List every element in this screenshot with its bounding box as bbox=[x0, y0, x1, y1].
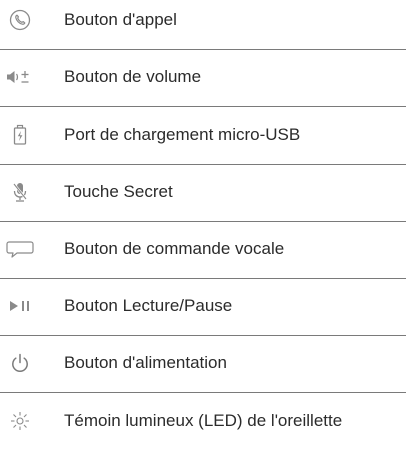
list-item-mute-button: Touche Secret bbox=[0, 172, 406, 212]
divider bbox=[0, 106, 406, 107]
list-item-volume-button: Bouton de volume bbox=[0, 57, 406, 97]
volume-icon bbox=[4, 57, 36, 97]
list-item-label: Bouton Lecture/Pause bbox=[64, 296, 233, 315]
list-item-power-button: Bouton d'alimentation bbox=[0, 343, 406, 383]
list-item-call-button: Bouton d'appel bbox=[0, 0, 406, 40]
divider bbox=[0, 221, 406, 222]
list-item-label: Bouton d'alimentation bbox=[64, 353, 227, 372]
divider bbox=[0, 392, 406, 393]
list-item-label: Touche Secret bbox=[64, 182, 173, 201]
list-item-label: Témoin lumineux (LED) de l'oreillette bbox=[64, 411, 343, 430]
speech-bubble-icon bbox=[4, 229, 36, 269]
power-icon bbox=[4, 343, 36, 383]
divider bbox=[0, 49, 406, 50]
divider bbox=[0, 335, 406, 336]
list-item-label: Bouton de commande vocale bbox=[64, 239, 285, 258]
list-item-charging-port: Port de chargement micro-USB bbox=[0, 115, 406, 155]
divider bbox=[0, 278, 406, 279]
list-item-label: Bouton d'appel bbox=[64, 10, 177, 29]
divider bbox=[0, 164, 406, 165]
list-item-voice-command-button: Bouton de commande vocale bbox=[0, 229, 406, 269]
list-item-label: Port de chargement micro-USB bbox=[64, 125, 301, 144]
led-indicator-icon bbox=[4, 401, 36, 441]
charging-port-icon bbox=[4, 115, 36, 155]
list-item-headset-led: Témoin lumineux (LED) de l'oreillette bbox=[0, 401, 406, 441]
phone-icon bbox=[4, 0, 36, 40]
list-item-play-pause-button: Bouton Lecture/Pause bbox=[0, 286, 406, 326]
button-legend-list: Bouton d'appel Bouton de volume Port de … bbox=[0, 0, 406, 461]
list-item-label: Bouton de volume bbox=[64, 67, 202, 86]
play-pause-icon bbox=[4, 286, 36, 326]
mute-microphone-icon bbox=[4, 172, 36, 212]
